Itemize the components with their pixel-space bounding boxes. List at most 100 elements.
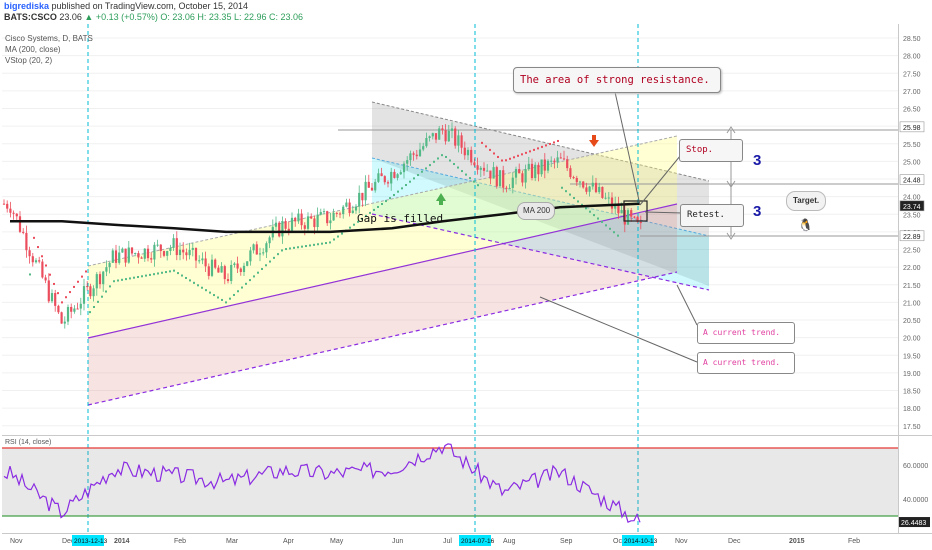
vstop-dot <box>433 160 435 163</box>
vstop-dot <box>129 277 131 280</box>
vstop-dot <box>193 281 195 284</box>
time-label: Feb <box>848 538 860 545</box>
candle-body <box>194 247 198 261</box>
candle-body <box>102 271 105 285</box>
retest-callout[interactable]: Retest. <box>680 204 744 227</box>
candle-body <box>198 260 201 262</box>
price-tick-label: 27.00 <box>903 89 921 96</box>
candle-body <box>156 244 159 246</box>
stop-callout[interactable]: Stop. <box>679 139 743 162</box>
vstop-dot <box>389 197 391 200</box>
candle-body <box>402 163 406 173</box>
candle-body <box>306 216 310 229</box>
candle-body <box>310 216 313 219</box>
candle-body <box>294 217 297 222</box>
trend-callout-1[interactable]: A current trend. <box>697 322 795 344</box>
chart-svg[interactable]: 28.5028.0027.5027.0026.5026.0025.5025.00… <box>0 0 932 550</box>
price-axis[interactable]: 28.5028.0027.5027.0026.5026.0025.5025.00… <box>899 36 930 528</box>
candle-body <box>25 232 28 251</box>
candle-body <box>364 181 367 201</box>
candle-body <box>406 160 409 164</box>
candle-body <box>361 192 364 201</box>
price-tick-label: 28.00 <box>903 54 921 61</box>
candle-body <box>201 258 204 261</box>
vstop-dot <box>109 285 111 288</box>
candle-body <box>342 206 345 215</box>
vstop-dot <box>261 267 263 270</box>
vstop-dot <box>401 187 403 190</box>
vstop-dot <box>573 197 575 200</box>
candle-body <box>188 249 191 256</box>
vstop-dot <box>337 235 339 238</box>
ma200-callout[interactable]: MA 200 <box>517 202 555 220</box>
chart-container: bigrediska published on TradingView.com,… <box>0 0 932 550</box>
price-tick-label: 19.00 <box>903 371 921 378</box>
candle-body <box>169 247 172 251</box>
candle-body <box>418 149 422 157</box>
stop-text: Stop. <box>686 145 714 155</box>
time-label: Jun <box>392 538 403 545</box>
candle-body <box>598 186 601 193</box>
vstop-dot <box>577 200 579 203</box>
candle-body <box>114 250 118 263</box>
time-highlight-label: 2013-12-13 <box>74 538 108 545</box>
candle-body <box>396 174 399 178</box>
candle-body <box>246 261 249 266</box>
candle-body <box>236 263 239 269</box>
candle-body <box>431 133 434 137</box>
vstop-dot <box>529 150 531 153</box>
time-label: Dec <box>728 538 741 545</box>
vstop-dot <box>597 217 599 220</box>
vstop-dot <box>349 226 351 229</box>
candle-body <box>444 130 447 142</box>
resistance-callout[interactable]: The area of strong resistance. <box>513 67 721 93</box>
candle-body <box>300 213 303 226</box>
candle-body <box>182 249 185 253</box>
vstop-dot <box>565 190 567 193</box>
candle-body <box>207 266 210 276</box>
vstop-dot <box>477 184 479 187</box>
candle-body <box>239 268 242 273</box>
vstop-dot <box>481 141 483 144</box>
candle-body <box>492 167 495 179</box>
target-callout[interactable]: Target. <box>786 191 826 211</box>
candle-body <box>489 170 492 179</box>
candle-body <box>60 312 63 324</box>
vstop-dot <box>489 148 491 151</box>
candle-body <box>150 258 153 260</box>
vstop-dot <box>445 155 447 158</box>
candle-body <box>338 213 342 215</box>
price-tick-label: 28.50 <box>903 36 921 43</box>
candle-body <box>28 250 31 257</box>
candle-body <box>610 197 614 209</box>
candle-body <box>185 252 188 256</box>
candle-body <box>326 211 329 224</box>
vstop-dot <box>73 285 75 288</box>
candle-body <box>566 159 569 169</box>
vstop-dot <box>589 210 591 213</box>
vstop-dot <box>249 279 251 282</box>
trend-callout-2[interactable]: A current trend. <box>697 352 795 374</box>
vstop-dot <box>77 280 79 283</box>
candle-body <box>604 197 607 199</box>
candle-body <box>578 181 582 183</box>
time-label: 2015 <box>789 538 805 545</box>
vstop-dot <box>557 139 559 142</box>
candle-body <box>54 293 57 306</box>
vstop-dot <box>469 177 471 180</box>
candle-body <box>159 244 162 252</box>
candle-body <box>476 165 479 170</box>
candle-body <box>582 181 585 188</box>
time-label: Sep <box>560 538 573 545</box>
candle-body <box>34 260 38 263</box>
vstop-dot <box>185 276 187 279</box>
candle-body <box>162 251 166 256</box>
candle-body <box>204 258 207 267</box>
time-label: Mar <box>226 538 239 545</box>
vstop-dot <box>125 278 127 281</box>
candle-body <box>73 308 76 312</box>
time-axis[interactable]: Nov Dec 2014 Feb Mar Apr May Jun Jul Aug Sep Oct Nov… <box>10 535 860 546</box>
time-highlight-label: 2014-10-13 <box>624 538 658 545</box>
candle-body <box>322 211 326 213</box>
price-tick-label: 18.50 <box>903 389 921 396</box>
